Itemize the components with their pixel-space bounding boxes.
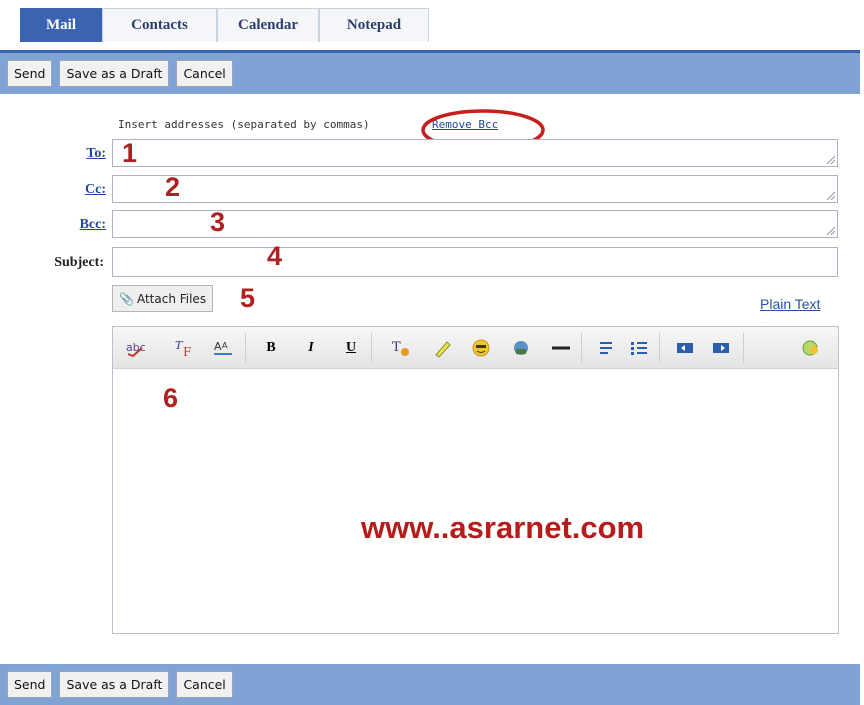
attach-files-button[interactable]: 📎 Attach Files [112,285,214,312]
save-draft-button[interactable]: Save as a Draft [59,60,170,87]
toolbar-separator [581,333,582,363]
annotation-number: 1 [122,138,138,168]
svg-text:T: T [392,340,401,355]
svg-text:abc: abc [126,341,145,354]
tab-contacts[interactable]: Contacts [102,8,217,42]
horizontal-rule-icon[interactable] [549,336,573,360]
resize-grip[interactable] [827,192,835,200]
cancel-button[interactable]: Cancel [176,671,233,698]
tab-notepad[interactable]: Notepad [319,8,429,42]
cc-label[interactable]: Cc: [46,182,106,198]
annotation-number: 3 [210,207,226,237]
paperclip-icon: 📎 [119,291,134,306]
image-icon[interactable] [509,336,533,360]
emoticon-icon[interactable] [469,336,493,360]
annotation-number: 2 [165,172,181,202]
text-color-icon[interactable]: T [389,336,413,360]
font-icon[interactable]: TF [173,336,197,360]
address-hint: Insert addresses (separated by commas) [118,118,370,131]
toolbar-separator [743,333,744,363]
underline-icon[interactable]: U [339,336,363,360]
plain-text-link[interactable]: Plain Text [760,296,820,312]
remove-bcc-link[interactable]: Remove Bcc [432,118,498,131]
highlight-icon[interactable] [431,336,455,360]
svg-text:A: A [222,341,228,350]
link-icon[interactable] [799,336,823,360]
font-size-icon[interactable]: AA [211,336,235,360]
resize-grip[interactable] [827,156,835,164]
cancel-button[interactable]: Cancel [176,60,233,87]
tab-calendar[interactable]: Calendar [217,8,319,42]
send-button[interactable]: Send [7,60,53,87]
numbered-list-icon[interactable] [593,336,617,360]
subject-field[interactable] [112,247,838,277]
bullet-list-icon[interactable] [627,336,651,360]
outdent-icon[interactable] [673,336,697,360]
bottom-action-bar: Send Save as a Draft Cancel [0,664,860,705]
spellcheck-icon[interactable]: abc [123,336,147,360]
tab-bar: Mail Contacts Calendar Notepad [20,8,429,42]
attach-files-label: Attach Files [136,291,207,306]
annotation-number: 4 [267,241,283,271]
toolbar-separator [245,333,246,363]
toolbar-separator [371,333,372,363]
resize-grip[interactable] [827,227,835,235]
svg-text:A: A [214,340,222,353]
save-draft-button[interactable]: Save as a Draft [59,671,170,698]
annotation-number: 6 [163,383,179,413]
indent-icon[interactable] [709,336,733,360]
to-field[interactable] [112,139,838,167]
italic-icon[interactable]: I [299,336,323,360]
bcc-label[interactable]: Bcc: [46,217,106,233]
cc-field[interactable] [112,175,838,203]
annotation-number: 5 [240,283,256,313]
top-action-bar: Send Save as a Draft Cancel [0,50,860,94]
message-editor[interactable]: abc TF AA B I U T 6 www..asrarnet.com [112,326,839,634]
svg-text:F: F [183,345,191,358]
bold-icon[interactable]: B [259,336,283,360]
send-button[interactable]: Send [7,671,53,698]
tab-mail[interactable]: Mail [20,8,102,42]
toolbar-separator [659,333,660,363]
to-label[interactable]: To: [46,146,106,162]
subject-label: Subject: [54,255,104,270]
watermark-text: www..asrarnet.com [361,510,645,545]
formatting-toolbar: abc TF AA B I U T [113,327,838,369]
